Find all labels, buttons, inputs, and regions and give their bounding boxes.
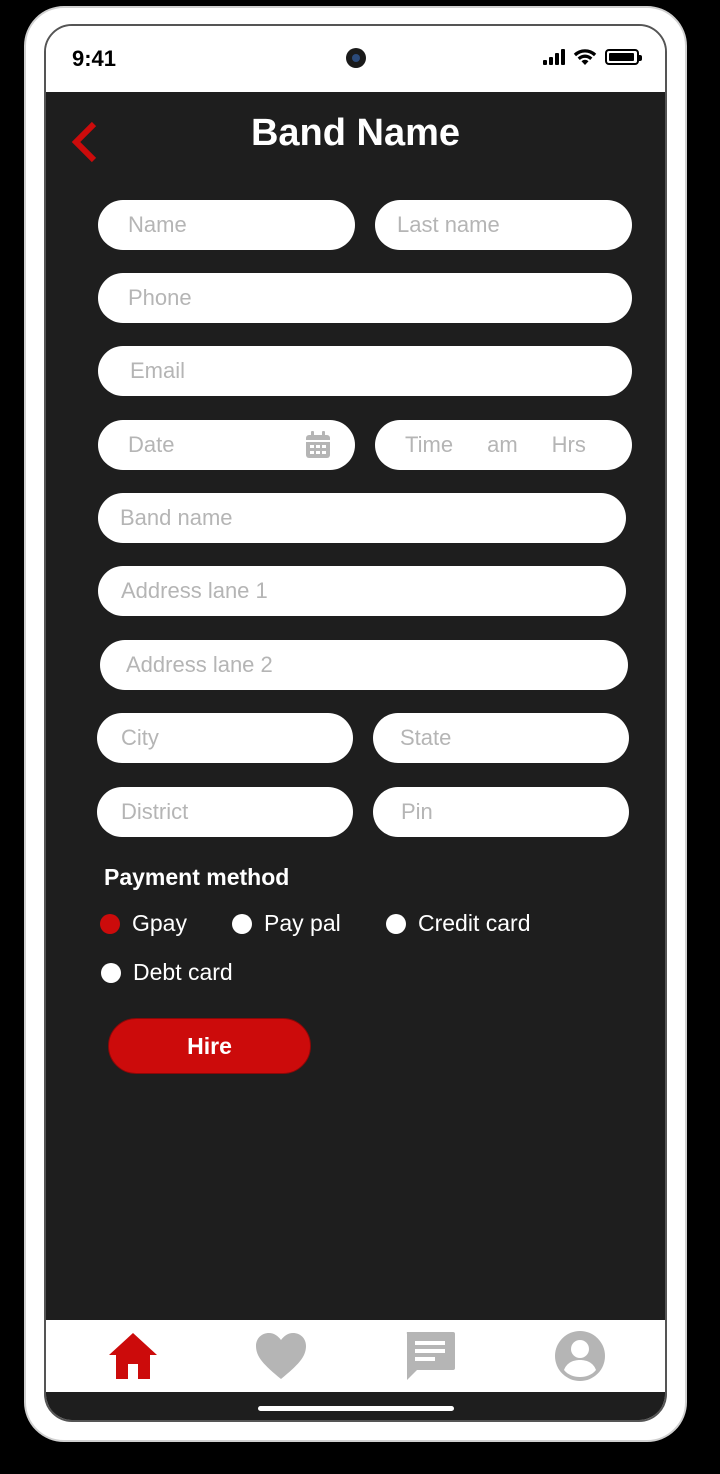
radio-icon[interactable] [101,962,121,983]
radio-selected-icon[interactable] [100,913,120,934]
name-field[interactable]: Name [98,200,355,250]
time-field[interactable]: Time am Hrs [375,420,632,470]
radio-icon[interactable] [232,913,252,934]
address-line-2-field[interactable]: Address lane 2 [100,640,628,690]
camera-icon [346,48,366,68]
state-field[interactable]: State [373,713,629,763]
date-field[interactable]: Date [98,420,355,470]
screen: 9:41 Band Name Name Last name Phone Emai… [44,24,667,1422]
last-name-field[interactable]: Last name [375,200,632,250]
payment-option-gpay[interactable]: Gpay [100,910,187,937]
address-line-1-field[interactable]: Address lane 1 [98,566,626,616]
city-field[interactable]: City [97,713,353,763]
district-field[interactable]: District [97,787,353,837]
payment-option-label: Gpay [132,910,187,936]
payment-option-label: Credit card [418,910,531,936]
nav-favorites[interactable] [253,1328,309,1384]
email-placeholder: Email [130,358,186,383]
phone-placeholder: Phone [128,285,192,310]
wifi-icon [573,49,597,65]
state-placeholder: State [400,725,452,750]
chat-icon [406,1332,455,1380]
home-bar-area [46,1392,665,1420]
signal-icon [543,49,565,65]
pin-field[interactable]: Pin [373,787,629,837]
nav-messages[interactable] [402,1328,458,1384]
nav-home[interactable] [105,1328,161,1384]
payment-method-label: Payment method [104,864,290,890]
status-icons [543,48,642,66]
radio-icon[interactable] [386,913,406,934]
time-placeholder: Time [405,432,454,457]
calendar-icon[interactable] [305,431,331,459]
status-time: 9:41 [72,46,117,71]
payment-option-credit-card[interactable]: Credit card [386,910,530,937]
battery-icon [605,49,642,65]
name-placeholder: Name [128,212,187,237]
payment-option-label: Debt card [133,959,233,985]
time-meridiem[interactable]: am [487,432,518,458]
main-content: Band Name Name Last name Phone Email Dat… [46,92,665,1320]
email-field[interactable]: Email [98,346,632,396]
payment-option-debit-card[interactable]: Debt card [101,959,233,986]
hire-button[interactable]: Hire [108,1018,311,1074]
district-placeholder: District [121,799,189,824]
address-line-2-placeholder: Address lane 2 [126,652,273,677]
heart-icon [256,1333,306,1379]
payment-option-paypal[interactable]: Pay pal [232,910,341,937]
profile-icon [555,1331,605,1381]
home-indicator[interactable] [258,1406,454,1411]
band-name-field[interactable]: Band name [98,493,626,543]
home-icon [109,1333,157,1379]
date-placeholder: Date [128,432,175,457]
pin-placeholder: Pin [401,799,433,824]
city-placeholder: City [121,725,159,750]
bottom-nav [46,1320,665,1392]
nav-profile[interactable] [552,1328,608,1384]
status-bar: 9:41 [46,26,665,92]
time-unit: Hrs [551,432,586,457]
page-title: Band Name [250,112,461,154]
band-name-placeholder: Band name [120,505,233,530]
address-line-1-placeholder: Address lane 1 [121,578,268,603]
payment-option-label: Pay pal [264,910,341,936]
last-name-placeholder: Last name [397,212,500,237]
phone-field[interactable]: Phone [98,273,632,323]
